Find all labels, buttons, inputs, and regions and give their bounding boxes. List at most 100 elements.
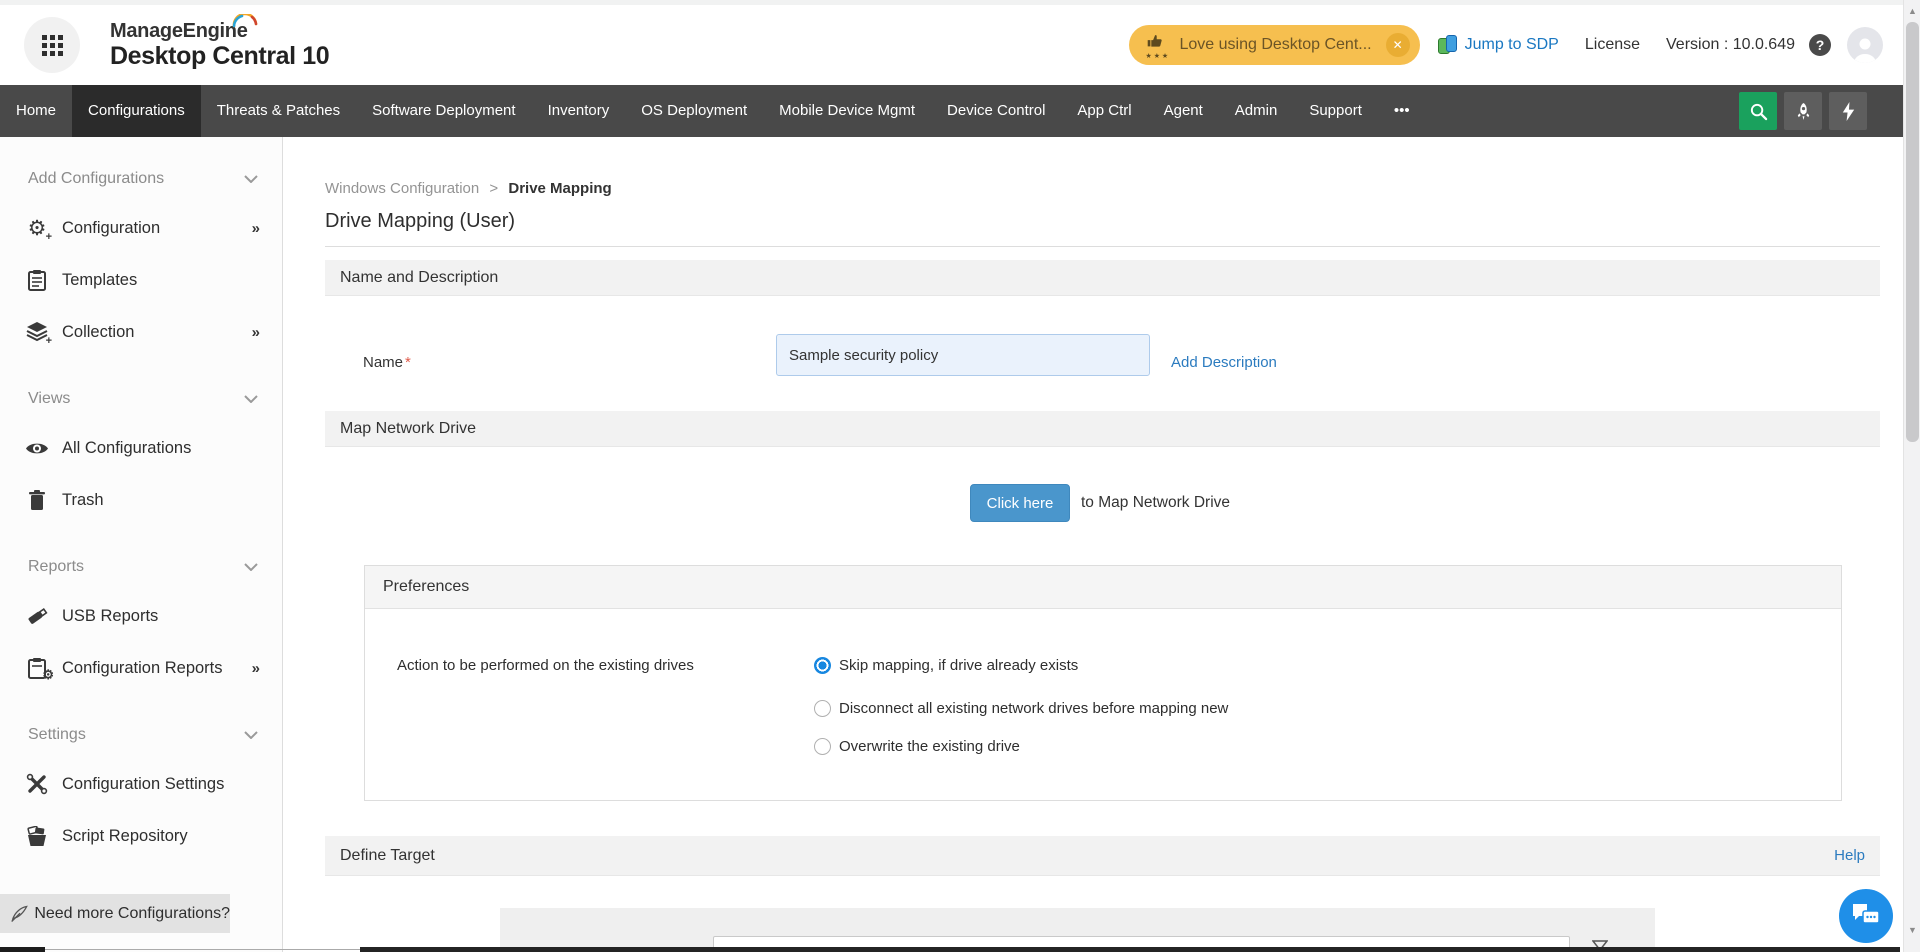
brand-name: ManageEngine xyxy=(110,21,248,42)
sdp-icon xyxy=(1438,35,1458,55)
app-grid-button[interactable] xyxy=(24,17,80,73)
search-button[interactable] xyxy=(1739,92,1777,130)
avatar[interactable] xyxy=(1847,27,1883,63)
page-title: Drive Mapping (User) xyxy=(325,210,1880,233)
thumbs-up-icon: ★ ★ ★ xyxy=(1145,32,1169,58)
lightning-icon xyxy=(1840,102,1857,121)
grid-icon xyxy=(42,35,63,56)
main-nav: Home Configurations Threats & Patches So… xyxy=(0,85,1903,137)
nav-mobile-device-mgmt[interactable]: Mobile Device Mgmt xyxy=(763,85,931,137)
nav-software-deployment[interactable]: Software Deployment xyxy=(356,85,531,137)
sidebar-item-configuration-reports[interactable]: ⚙ Configuration Reports » xyxy=(0,642,282,694)
scroll-up-arrow[interactable]: ▲ xyxy=(1904,3,1920,19)
trash-icon xyxy=(24,488,50,512)
search-icon xyxy=(1749,102,1768,121)
sidebar-section-add-configurations[interactable]: Add Configurations xyxy=(0,156,282,202)
nav-configurations[interactable]: Configurations xyxy=(72,85,201,137)
chevron-down-icon xyxy=(244,395,258,403)
sidebar-item-usb-reports[interactable]: USB Reports xyxy=(0,590,282,642)
person-icon xyxy=(1850,33,1880,63)
logo[interactable]: ManageEngine Desktop Central 10 xyxy=(110,21,329,69)
whats-new-button[interactable] xyxy=(1784,92,1822,130)
jump-to-sdp-link[interactable]: Jump to SDP xyxy=(1438,35,1559,55)
divider xyxy=(325,246,1880,247)
nav-icon-group xyxy=(1732,85,1867,137)
rocket-icon xyxy=(1794,102,1813,121)
add-description-link[interactable]: Add Description xyxy=(1171,354,1277,371)
nav-threats-patches[interactable]: Threats & Patches xyxy=(201,85,356,137)
sidebar-item-configuration-settings[interactable]: Configuration Settings xyxy=(0,758,282,810)
map-network-drive-section: Map Network Drive Click here to Map Netw… xyxy=(325,411,1880,801)
scrollbar-thumb[interactable] xyxy=(1906,22,1919,442)
chevron-down-icon xyxy=(244,563,258,571)
chat-bubbles-icon xyxy=(1851,902,1881,930)
required-asterisk: * xyxy=(405,354,411,371)
click-here-suffix: to Map Network Drive xyxy=(1081,494,1230,512)
action-label: Action to be performed on the existing d… xyxy=(397,657,694,674)
clipboard-icon xyxy=(24,268,50,292)
sidebar-item-trash[interactable]: Trash xyxy=(0,474,282,526)
license-link[interactable]: License xyxy=(1585,36,1640,54)
need-more-configurations-button[interactable]: Need more Configurations? xyxy=(0,894,230,933)
define-target-section: Define Target Help Choose the Remote Off… xyxy=(325,836,1880,952)
sidebar-item-collection[interactable]: + Collection » xyxy=(0,306,282,358)
chevron-down-icon xyxy=(244,731,258,739)
radio-overwrite[interactable]: Overwrite the existing drive xyxy=(814,738,1020,755)
radio-disconnect-all[interactable]: Disconnect all existing network drives b… xyxy=(814,700,1228,717)
breadcrumb: Windows Configuration > Drive Mapping xyxy=(325,180,1880,197)
breadcrumb-current: Drive Mapping xyxy=(508,180,611,197)
sidebar-item-configuration[interactable]: ⚙+ Configuration » xyxy=(0,202,282,254)
bottom-edge-dark xyxy=(0,947,45,952)
map-section-header: Map Network Drive xyxy=(325,411,1880,447)
sidebar-item-script-repository[interactable]: Script Repository xyxy=(0,810,282,862)
scroll-down-arrow[interactable]: ▼ xyxy=(1904,922,1920,938)
close-icon[interactable]: ✕ xyxy=(1386,33,1410,57)
quill-icon xyxy=(10,903,28,925)
nav-os-deployment[interactable]: OS Deployment xyxy=(625,85,763,137)
nav-device-control[interactable]: Device Control xyxy=(931,85,1061,137)
name-input[interactable] xyxy=(776,334,1150,376)
radio-skip-mapping[interactable]: Skip mapping, if drive already exists xyxy=(814,657,1078,674)
app-window: ManageEngine Desktop Central 10 ★ ★ ★ Lo… xyxy=(0,0,1920,952)
target-panel: Choose the Remote Office or Domain xyxy=(500,908,1655,952)
nav-app-ctrl[interactable]: App Ctrl xyxy=(1061,85,1147,137)
help-link[interactable]: Help xyxy=(1834,847,1865,864)
layers-plus-icon: + xyxy=(24,320,50,344)
chat-button[interactable] xyxy=(1839,889,1893,943)
nav-admin[interactable]: Admin xyxy=(1219,85,1294,137)
sidebar-section-views[interactable]: Views xyxy=(0,376,282,422)
breadcrumb-parent[interactable]: Windows Configuration xyxy=(325,180,479,197)
eye-icon xyxy=(24,436,50,460)
main-content: Windows Configuration > Drive Mapping Dr… xyxy=(284,137,1903,952)
sidebar-item-all-configurations[interactable]: All Configurations xyxy=(0,422,282,474)
nav-agent[interactable]: Agent xyxy=(1148,85,1219,137)
feedback-pill[interactable]: ★ ★ ★ Love using Desktop Cent... ✕ xyxy=(1129,25,1419,65)
name-description-section: Name and Description Name* Add Descripti… xyxy=(325,260,1880,411)
gear-plus-icon: ⚙+ xyxy=(24,216,50,240)
usb-icon xyxy=(24,604,50,628)
nav-more[interactable]: ••• xyxy=(1378,85,1426,137)
name-label: Name* xyxy=(363,354,411,371)
jump-to-sdp-label: Jump to SDP xyxy=(1465,36,1559,54)
preferences-panel: Preferences Action to be performed on th… xyxy=(364,565,1842,801)
nav-home[interactable]: Home xyxy=(0,85,72,137)
tools-icon xyxy=(24,772,50,796)
top-header: ManageEngine Desktop Central 10 ★ ★ ★ Lo… xyxy=(0,5,1903,85)
click-here-button[interactable]: Click here xyxy=(970,484,1070,522)
nav-inventory[interactable]: Inventory xyxy=(532,85,626,137)
name-section-header: Name and Description xyxy=(325,260,1880,296)
nav-support[interactable]: Support xyxy=(1293,85,1378,137)
help-icon[interactable]: ? xyxy=(1809,34,1831,56)
vertical-scrollbar[interactable]: ▲ ▼ xyxy=(1903,0,1920,952)
clipboard-gear-icon: ⚙ xyxy=(24,656,50,680)
radio-selected-icon xyxy=(814,657,831,674)
quick-actions-button[interactable] xyxy=(1829,92,1867,130)
product-name: Desktop Central 10 xyxy=(110,43,329,69)
bottom-edge-dark xyxy=(360,947,1900,952)
radio-icon xyxy=(814,700,831,717)
sidebar-section-settings[interactable]: Settings xyxy=(0,712,282,758)
sidebar-item-templates[interactable]: Templates xyxy=(0,254,282,306)
bottom-edge-line xyxy=(45,949,360,950)
sidebar-section-reports[interactable]: Reports xyxy=(0,544,282,590)
chevron-down-icon xyxy=(244,175,258,183)
